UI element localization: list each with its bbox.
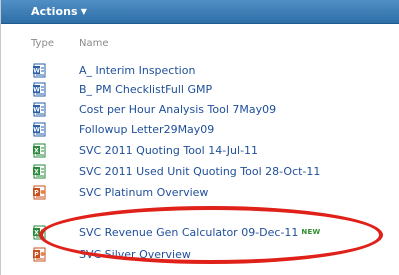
new-badge-label: NEW xyxy=(301,228,321,236)
list-item[interactable]: X SVC 2011 Used Unit Quoting Tool 28-Oct… xyxy=(1,163,399,182)
list-item[interactable]: W Cost per Hour Analysis Tool 7May09 xyxy=(1,101,399,120)
svg-text:W: W xyxy=(33,68,40,75)
actions-label: Actions xyxy=(31,5,78,18)
column-header-type[interactable]: Type xyxy=(31,38,54,49)
document-link[interactable]: SVC Revenue Gen Calculator 09-Dec-11 NEW xyxy=(79,226,320,239)
document-link[interactable]: B_ PM ChecklistFull GMP xyxy=(79,83,212,96)
list-item[interactable]: P SVC Silver Overview xyxy=(1,246,399,265)
powerpoint-presentation-icon: P xyxy=(33,247,46,262)
actions-menu[interactable]: Actions ▼ xyxy=(31,5,87,18)
svg-text:W: W xyxy=(33,107,40,114)
list-item[interactable]: W Followup Letter29May09 xyxy=(1,121,399,140)
list-item[interactable]: P SVC Platinum Overview xyxy=(1,184,399,203)
list-item[interactable]: W A_ Interim Inspection xyxy=(1,62,399,81)
document-link[interactable]: SVC Platinum Overview xyxy=(79,186,208,199)
document-library-panel: Actions ▼ Type Name W A_ Interim Inspecti… xyxy=(0,0,399,275)
svg-text:P: P xyxy=(34,252,39,259)
new-badge: NEW xyxy=(301,228,320,236)
document-link[interactable]: SVC 2011 Used Unit Quoting Tool 28-Oct-1… xyxy=(79,165,320,178)
svg-text:W: W xyxy=(33,127,40,134)
document-link[interactable]: SVC 2011 Quoting Tool 14-Jul-11 xyxy=(79,144,258,157)
document-link[interactable]: Followup Letter29May09 xyxy=(79,123,214,136)
column-headers: Type Name xyxy=(1,38,399,56)
actions-toolbar: Actions ▼ xyxy=(1,0,399,24)
document-link[interactable]: SVC Silver Overview xyxy=(79,248,191,261)
document-link[interactable]: A_ Interim Inspection xyxy=(79,64,195,77)
document-link[interactable]: Cost per Hour Analysis Tool 7May09 xyxy=(79,103,276,116)
list-item[interactable]: X SVC Revenue Gen Calculator 09-Dec-11 NE… xyxy=(1,224,399,243)
document-link-label: SVC Revenue Gen Calculator 09-Dec-11 xyxy=(79,226,299,239)
list-item[interactable]: X SVC 2011 Quoting Tool 14-Jul-11 xyxy=(1,142,399,161)
svg-text:P: P xyxy=(34,190,39,197)
list-item[interactable]: W B_ PM ChecklistFull GMP xyxy=(1,81,399,100)
excel-spreadsheet-icon: X xyxy=(33,225,46,240)
svg-text:X: X xyxy=(34,169,39,176)
excel-spreadsheet-icon: X xyxy=(33,164,46,179)
column-header-name[interactable]: Name xyxy=(79,38,109,49)
word-document-icon: W xyxy=(33,122,46,137)
excel-spreadsheet-icon: X xyxy=(33,143,46,158)
svg-text:W: W xyxy=(33,87,40,94)
powerpoint-presentation-icon: P xyxy=(33,185,46,200)
svg-text:X: X xyxy=(34,230,39,237)
word-document-icon: W xyxy=(33,63,46,78)
svg-text:X: X xyxy=(34,148,39,155)
word-document-icon: W xyxy=(33,82,46,97)
chevron-down-icon: ▼ xyxy=(80,7,87,16)
word-document-icon: W xyxy=(33,102,46,117)
